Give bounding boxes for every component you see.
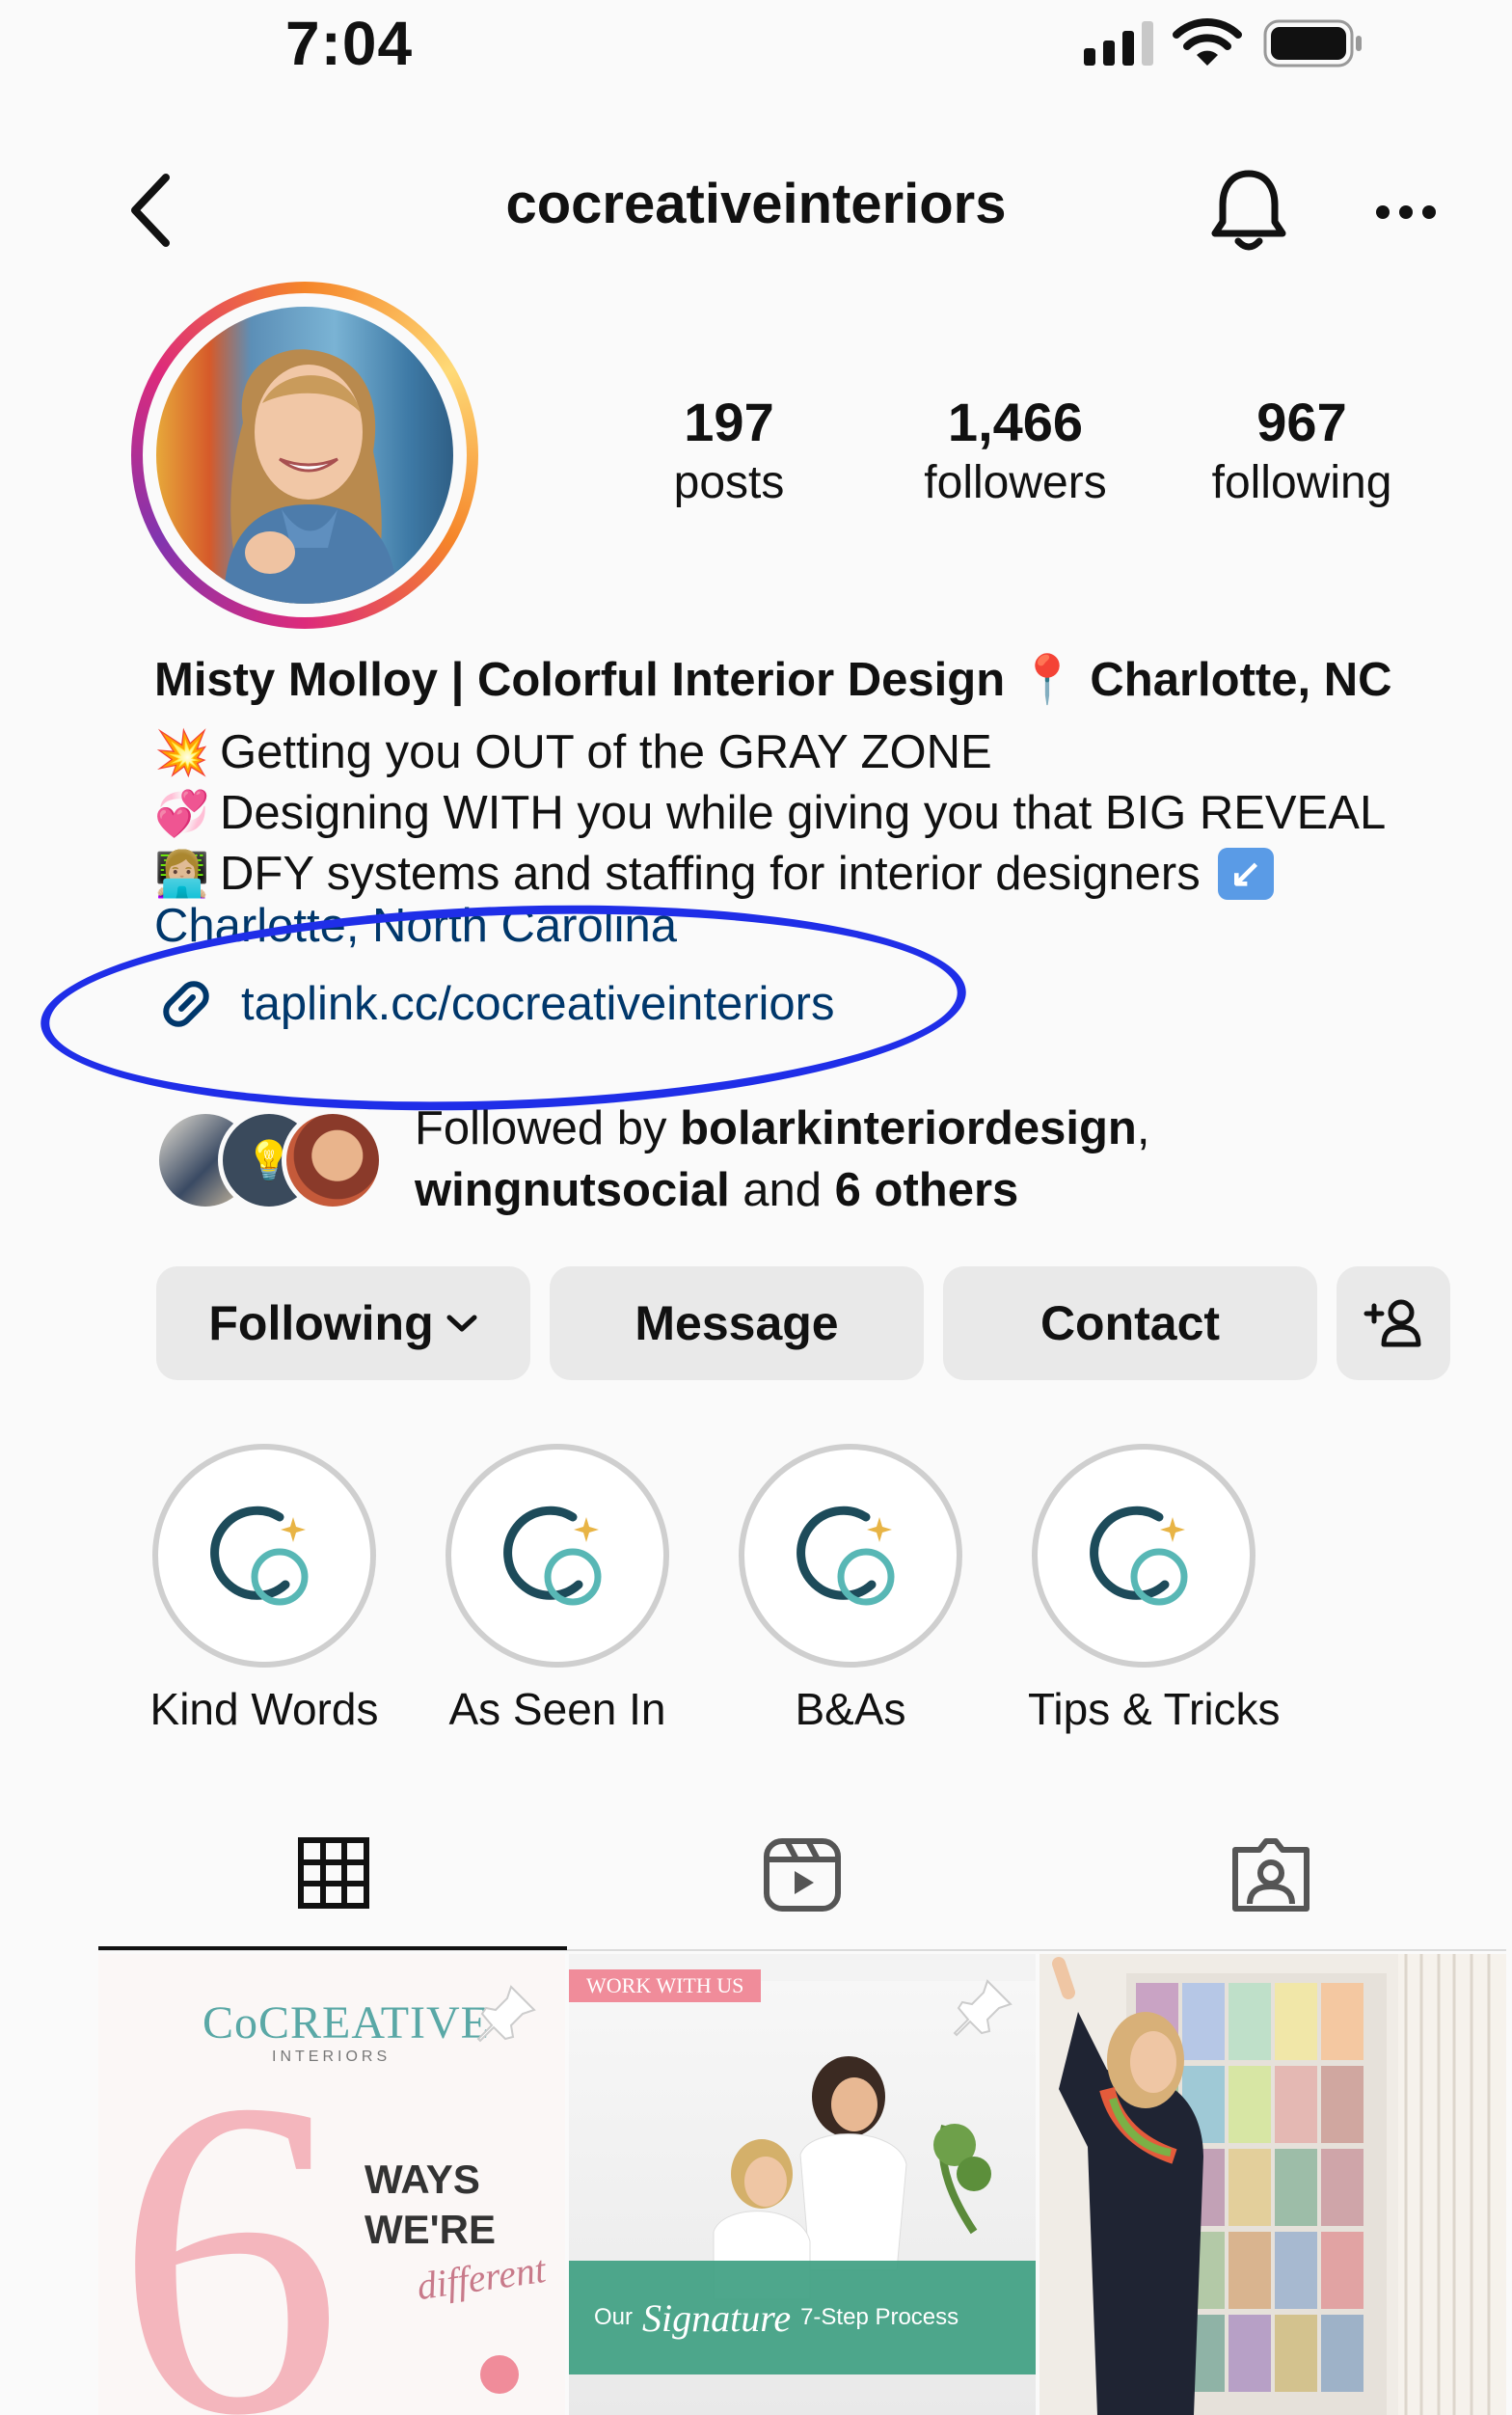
bio-line: 💥 Getting you OUT of the GRAY ZONE [154, 725, 992, 779]
cellular-signal-icon [1084, 17, 1153, 66]
followed-by-user: bolarkinteriordesign [680, 1102, 1137, 1154]
bio-line: 💞 Designing WITH you while giving you th… [154, 786, 1386, 840]
contact-button[interactable]: Contact [943, 1266, 1317, 1380]
post-script: different [414, 2246, 549, 2309]
followed-by-prefix: Followed by [415, 1102, 681, 1154]
message-button[interactable]: Message [550, 1266, 924, 1380]
story-highlight[interactable]: Kind Words [148, 1444, 380, 1735]
post-arrow-badge [480, 2355, 519, 2394]
brand-logo-icon [210, 1506, 309, 1606]
pin-icon: 📍 [1017, 654, 1077, 706]
bio-line: 👩🏼‍💻 DFY systems and staffing for interi… [154, 847, 1274, 901]
post-caption-script: Signature [642, 2295, 792, 2340]
wifi-icon [1173, 18, 1242, 66]
posts-label: posts [673, 457, 785, 508]
reels-tab-icon[interactable] [762, 1836, 843, 1913]
brand-logo-icon [1090, 1506, 1188, 1606]
story-highlight[interactable]: Tips & Tricks [1028, 1444, 1281, 1735]
contact-button-label: Contact [1040, 1296, 1221, 1350]
following-count[interactable]: 967 following [1196, 391, 1408, 512]
followed-by-and: and [729, 1164, 835, 1216]
profile-avatar-story-ring[interactable] [131, 282, 478, 629]
followed-by-separator: , [1136, 1102, 1150, 1154]
story-highlight[interactable]: As Seen In [442, 1444, 673, 1735]
post-line: WAYS [364, 2157, 480, 2202]
profile-avatar [156, 307, 453, 604]
grid-tab-icon[interactable] [297, 1836, 370, 1910]
follower-avatar [282, 1109, 384, 1211]
collision-emoji-icon: 💥 [154, 726, 210, 777]
pin-icon [953, 1979, 1012, 2037]
brand-logo-icon [796, 1506, 895, 1606]
status-time: 7:04 [285, 9, 414, 78]
bio-line-text: Getting you OUT of the GRAY ZONE [220, 726, 992, 778]
post-caption-text: 7-Step Process [800, 2304, 959, 2330]
post-photo [1040, 1954, 1506, 2415]
post-caption-banner: Our Signature 7-Step Process [569, 2261, 1036, 2374]
profile-screen: 7:04 cocreativeinteriors 197 posts 1,466… [0, 0, 1512, 2415]
followers-label: followers [924, 457, 1107, 508]
bio-location-tag: Charlotte, NC [1090, 654, 1392, 706]
technologist-emoji-icon: 👩🏼‍💻 [154, 848, 210, 899]
bio-display-name: Misty Molloy | Colorful Interior Design [154, 654, 1006, 706]
message-button-label: Message [634, 1296, 839, 1350]
post-thumbnail[interactable] [1040, 1954, 1506, 2415]
story-highlight[interactable]: B&As [735, 1444, 966, 1735]
post-thumbnail[interactable]: WORK WITH US Our Signature 7-Step Proces… [569, 1954, 1036, 2415]
more-options-icon[interactable] [1373, 199, 1439, 226]
active-tab-indicator [98, 1946, 567, 1950]
post-line: WE'RE [364, 2207, 496, 2252]
highlight-label: As Seen In [448, 1684, 666, 1734]
followers-number: 1,466 [947, 392, 1084, 452]
post-thumbnail[interactable]: CoCREATIVE INTERIORS 6 WAYS WE'RE differ… [98, 1954, 565, 2415]
followers-count[interactable]: 1,466 followers [909, 391, 1121, 512]
highlight-label: Kind Words [149, 1684, 379, 1734]
pin-icon [476, 1985, 536, 2043]
suggested-people-button[interactable] [1336, 1266, 1450, 1380]
posts-count[interactable]: 197 posts [623, 391, 835, 512]
bio-name-line: Misty Molloy | Colorful Interior Design … [154, 652, 1392, 707]
highlight-cover [1032, 1444, 1256, 1668]
followed-by-user: wingnutsocial [415, 1164, 730, 1216]
chevron-down-icon [446, 1315, 477, 1332]
brand-logo-icon [503, 1506, 602, 1606]
highlight-label: B&As [795, 1684, 906, 1734]
bio-line-text: Designing WITH you while giving you that… [220, 787, 1387, 839]
notification-bell-icon[interactable] [1207, 166, 1290, 253]
followed-by-text[interactable]: Followed by bolarkinteriordesign, wingnu… [415, 1098, 1149, 1221]
post-caption-text: Our [594, 2304, 634, 2330]
down-left-arrow-emoji-icon: ↙ [1217, 848, 1274, 900]
hearts-emoji-icon: 💞 [154, 787, 210, 838]
post-number: 6 [116, 2006, 342, 2415]
highlight-label: Tips & Tricks [1028, 1684, 1281, 1734]
followed-by-others: 6 others [834, 1164, 1019, 1216]
following-label: following [1211, 457, 1392, 508]
highlight-cover [739, 1444, 962, 1668]
battery-icon [1263, 19, 1362, 68]
bio-line-text: DFY systems and staffing for interior de… [220, 848, 1201, 900]
following-button[interactable]: Following [156, 1266, 530, 1380]
posts-number: 197 [684, 392, 774, 452]
following-number: 967 [1256, 392, 1347, 452]
tagged-tab-icon[interactable] [1230, 1836, 1311, 1913]
highlight-cover [446, 1444, 669, 1668]
post-tag: WORK WITH US [569, 1969, 762, 2002]
following-button-label: Following [208, 1296, 434, 1350]
highlight-cover [152, 1444, 376, 1668]
add-person-icon [1364, 1299, 1421, 1347]
